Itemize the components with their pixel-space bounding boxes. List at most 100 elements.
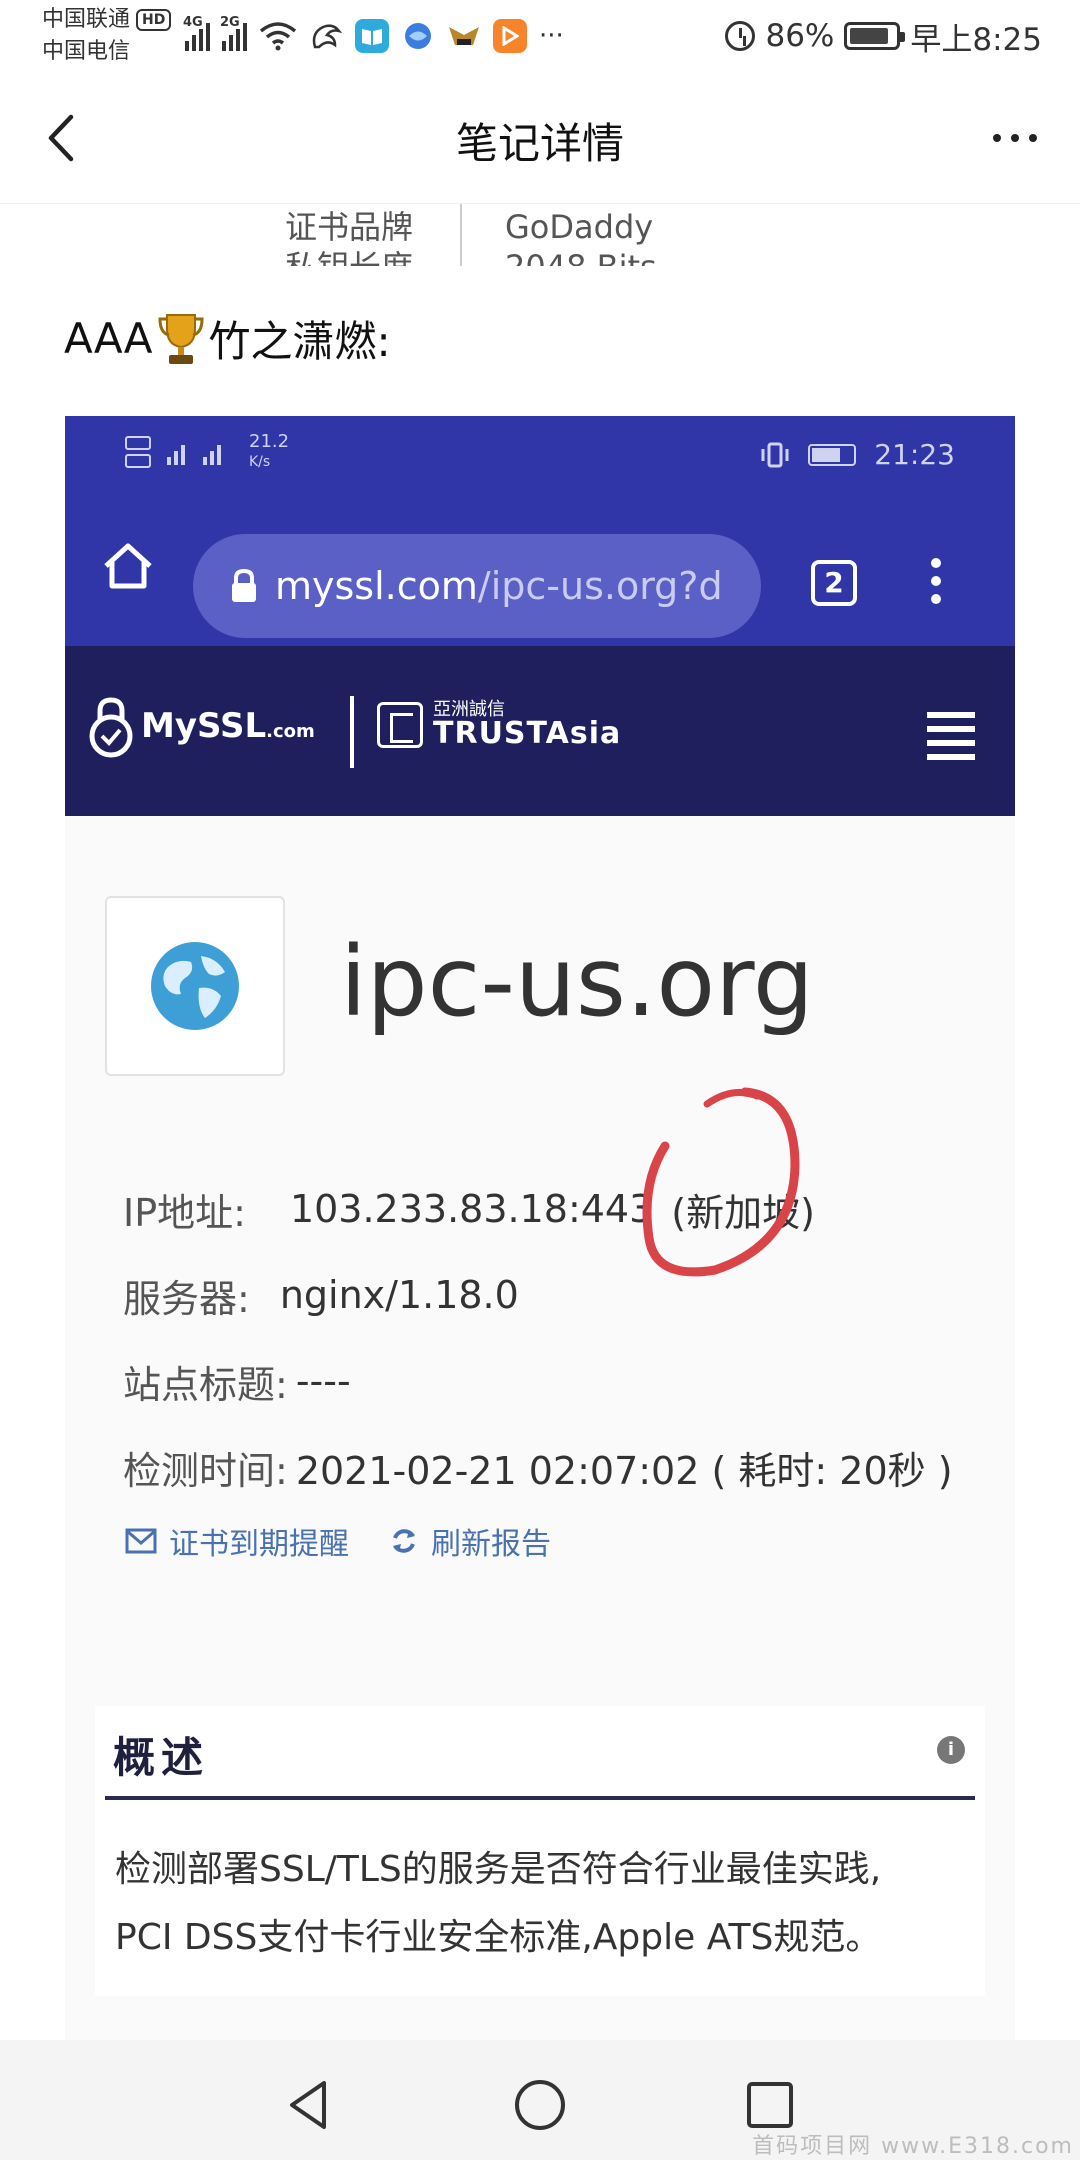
peek-divider bbox=[460, 204, 462, 266]
info-row-time: 检测时间: 2021-02-21 02:07:02 ( 耗时: 20秒 ) bbox=[123, 1424, 953, 1510]
site-domain: ipc-us.org bbox=[340, 926, 814, 1038]
tabs-count-button[interactable]: 2 bbox=[811, 560, 857, 606]
status-bar: 中国联通 HD 中国电信 4G 2G ··· 86% 早上8:25 bbox=[0, 0, 1080, 72]
nav-home-icon[interactable] bbox=[510, 2075, 570, 2135]
hd-icon: HD bbox=[136, 9, 172, 31]
expiry-reminder-label: 证书到期提醒 bbox=[169, 1527, 349, 1562]
overview-divider bbox=[105, 1796, 975, 1800]
dot-icon bbox=[1011, 134, 1019, 142]
trustasia-logo[interactable]: 亞洲誠信 TRUSTAsia bbox=[377, 701, 621, 749]
author-name: 竹之潇燃: bbox=[208, 317, 391, 366]
screenshot-status-bar: 21.2 K/s 21:23 bbox=[65, 416, 1015, 498]
info-row-server: 服务器: nginx/1.18.0 bbox=[123, 1252, 953, 1338]
previous-image-fragment: 证书品牌 GoDaddy 私钥长度 2048 Bits bbox=[120, 204, 680, 266]
browser-app-icon bbox=[401, 19, 435, 53]
screenshot-battery-icon bbox=[808, 443, 857, 466]
overview-line-2: PCI DSS支付卡行业安全标准,Apple ATS规范。 bbox=[115, 1917, 882, 1958]
overview-description: 检测部署SSL/TLS的服务是否符合行业最佳实践, PCI DSS支付卡行业安全… bbox=[115, 1836, 881, 1972]
check-time-value: 2021-02-21 02:07:02 ( 耗时: 20秒 ) bbox=[295, 1448, 953, 1493]
myssl-logo[interactable]: MySSL.com bbox=[87, 694, 315, 758]
trustasia-en: TRUSTAsia bbox=[433, 716, 622, 751]
site-title-label: 站点标题: bbox=[123, 1362, 288, 1407]
server-label: 服务器: bbox=[123, 1276, 250, 1321]
screenshot-speed-unit: K/s bbox=[249, 454, 271, 470]
status-icons: 4G 2G ··· bbox=[183, 14, 564, 58]
screenshot-clock: 21:23 bbox=[874, 438, 955, 471]
myssl-site-header: MySSL.com 亞洲誠信 TRUSTAsia bbox=[65, 646, 1015, 816]
overview-section: 概述 i 检测部署SSL/TLS的服务是否符合行业最佳实践, PCI DSS支付… bbox=[95, 1706, 985, 1996]
dot-icon bbox=[993, 134, 1001, 142]
overview-line-1: 检测部署SSL/TLS的服务是否符合行业最佳实践, bbox=[115, 1849, 882, 1890]
refresh-report-label: 刷新报告 bbox=[431, 1527, 551, 1562]
refresh-report-link[interactable]: 刷新报告 bbox=[389, 1519, 551, 1563]
home-icon[interactable] bbox=[100, 538, 156, 594]
page-title: 笔记详情 bbox=[455, 119, 624, 168]
more-options-button[interactable] bbox=[980, 108, 1050, 168]
server-value: nginx/1.18.0 bbox=[279, 1273, 519, 1317]
signal-2g-icon: 2G bbox=[220, 15, 247, 51]
site-title-value: ---- bbox=[295, 1359, 351, 1403]
peek-label-2: 私钥长度 bbox=[285, 236, 413, 266]
battery-percent: 86% bbox=[765, 18, 835, 54]
url-host: myssl.com bbox=[275, 564, 478, 608]
ip-value: 103.233.83.18:443 bbox=[289, 1187, 654, 1231]
padlock-logo-icon bbox=[89, 697, 133, 758]
overview-title: 概述 bbox=[113, 1733, 210, 1782]
brand-com: .com bbox=[266, 721, 315, 742]
screenshot-status-right: 21:23 bbox=[760, 438, 955, 471]
game-app-icon bbox=[447, 19, 481, 53]
globe-icon bbox=[151, 942, 239, 1030]
attached-screenshot[interactable]: 21.2 K/s 21:23 myssl.com/ipc-us.org?d 2 bbox=[65, 416, 1015, 2041]
carrier-info: 中国联通 HD 中国电信 bbox=[42, 4, 172, 68]
hamburger-menu-icon[interactable] bbox=[927, 712, 975, 760]
app-header: 笔记详情 bbox=[0, 72, 1080, 204]
signal-4g-icon: 4G bbox=[183, 15, 210, 51]
info-row-ip: IP地址: 103.233.83.18:443 (新加坡) bbox=[123, 1166, 953, 1252]
browser-menu-button[interactable] bbox=[931, 558, 941, 604]
logo-divider bbox=[350, 696, 354, 768]
url-path: /ipc-us.org?d bbox=[477, 564, 723, 608]
nav-recent-apps-icon[interactable] bbox=[740, 2075, 800, 2135]
lock-icon bbox=[232, 568, 256, 602]
ip-location: (新加坡) bbox=[671, 1190, 815, 1235]
wifi-icon bbox=[259, 22, 297, 51]
screenshot-speed: 21.2 bbox=[249, 431, 290, 452]
reader-app-icon bbox=[355, 19, 389, 53]
trophy-icon bbox=[158, 313, 204, 364]
nav-back-icon[interactable] bbox=[280, 2075, 340, 2135]
watermark: 首码项目网 www.E318.com bbox=[752, 2134, 1074, 2159]
clock: 早上8:25 bbox=[910, 21, 1042, 58]
report-actions: 证书到期提醒 刷新报告 bbox=[125, 1519, 551, 1563]
alarm-icon bbox=[725, 21, 756, 51]
screenshot-net-info: 21.2 K/s bbox=[125, 432, 289, 472]
ip-label: IP地址: bbox=[123, 1190, 246, 1235]
brand-my: My bbox=[141, 706, 197, 746]
dot-icon bbox=[1029, 134, 1037, 142]
check-time-label: 检测时间: bbox=[123, 1448, 288, 1493]
expiry-reminder-link[interactable]: 证书到期提醒 bbox=[125, 1519, 349, 1563]
more-notifications-icon: ··· bbox=[539, 21, 564, 51]
site-favicon-card bbox=[105, 896, 285, 1076]
status-right: 86% 早上8:25 bbox=[725, 14, 1042, 58]
brand-ssl: SSL bbox=[197, 706, 267, 746]
trustasia-mark-icon bbox=[377, 702, 423, 748]
uc-browser-icon bbox=[312, 24, 343, 49]
video-app-icon bbox=[493, 19, 527, 53]
screenshot-signal-icon bbox=[167, 445, 221, 465]
battery-icon bbox=[844, 22, 906, 50]
net-type-2: 2G bbox=[220, 15, 240, 30]
vibrate-icon bbox=[761, 442, 789, 467]
carrier-1: 中国联通 bbox=[42, 7, 131, 32]
url-bar[interactable]: myssl.com/ipc-us.org?d bbox=[193, 534, 761, 638]
refresh-icon bbox=[393, 1529, 415, 1553]
peek-value-2: 2048 Bits bbox=[505, 236, 657, 266]
author-prefix: AAA bbox=[64, 314, 153, 363]
info-icon[interactable]: i bbox=[937, 1736, 965, 1764]
mail-icon bbox=[125, 1528, 157, 1554]
info-row-title: 站点标题: ---- bbox=[123, 1338, 953, 1424]
screenshot-browser-toolbar: myssl.com/ipc-us.org?d 2 bbox=[65, 498, 1015, 646]
site-info-list: IP地址: 103.233.83.18:443 (新加坡) 服务器: nginx… bbox=[123, 1166, 953, 1510]
carrier-2: 中国电信 bbox=[42, 39, 131, 64]
net-type-1: 4G bbox=[183, 15, 203, 30]
comment-author[interactable]: AAA 竹之潇燃: bbox=[64, 308, 391, 369]
